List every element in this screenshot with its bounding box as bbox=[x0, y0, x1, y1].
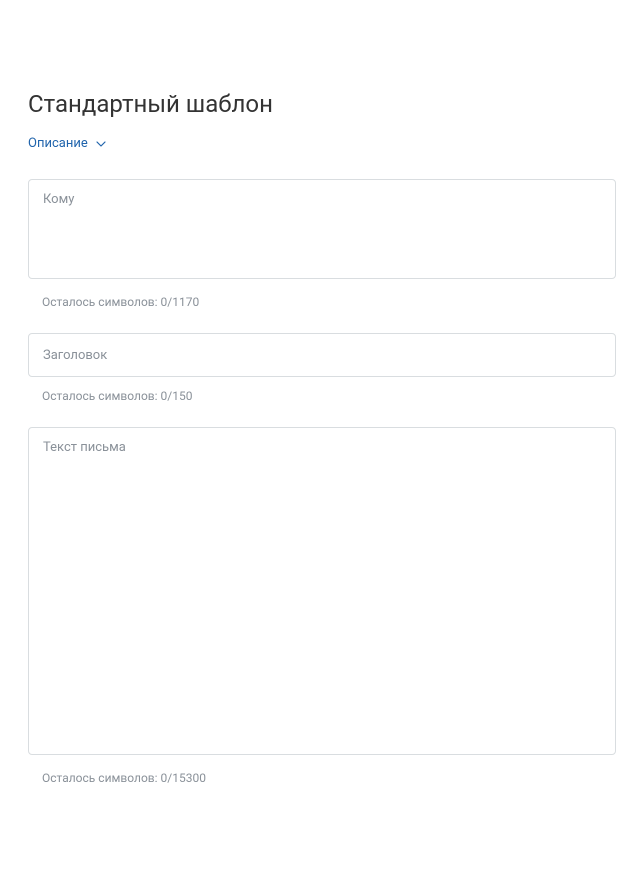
subject-input[interactable] bbox=[28, 333, 616, 377]
to-input[interactable] bbox=[28, 179, 616, 279]
description-toggle[interactable]: Описание bbox=[28, 136, 106, 151]
description-toggle-label: Описание bbox=[28, 136, 88, 151]
body-char-counter: Осталось символов: 0/15300 bbox=[42, 771, 616, 785]
body-field-group: Осталось символов: 0/15300 bbox=[28, 427, 616, 785]
chevron-down-icon bbox=[96, 136, 106, 151]
subject-field-group: Осталось символов: 0/150 bbox=[28, 333, 616, 403]
body-input[interactable] bbox=[28, 427, 616, 755]
to-char-counter: Осталось символов: 0/1170 bbox=[42, 295, 616, 309]
to-field-group: Осталось символов: 0/1170 bbox=[28, 179, 616, 309]
subject-char-counter: Осталось символов: 0/150 bbox=[42, 389, 616, 403]
page-title: Стандартный шаблон bbox=[28, 90, 616, 118]
